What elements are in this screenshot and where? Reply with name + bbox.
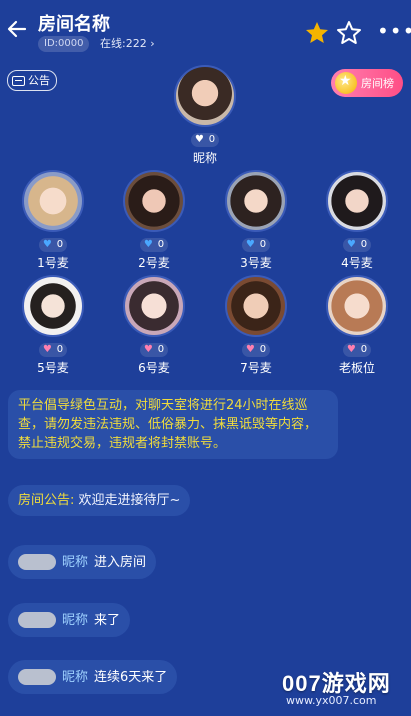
mic-seat-7[interactable]: ♥ 0 7号麦: [216, 275, 296, 376]
mic-seat-4[interactable]: ♥ 0 4号麦: [317, 170, 397, 271]
heart-icon: ♥: [194, 134, 204, 145]
notice-icon: [12, 75, 25, 86]
event-text: 进入房间: [94, 554, 147, 570]
chat-event-message: 昵称 进入房间: [8, 545, 157, 579]
seat-6-heart-count: ♥ 0: [139, 343, 169, 357]
seat-7-avatar[interactable]: [225, 275, 287, 337]
event-text: 来了: [94, 612, 121, 628]
seat-7-heart-count: ♥ 0: [241, 343, 271, 357]
room-title: 房间名称: [38, 14, 110, 35]
user-level-badge: [18, 669, 56, 685]
room-announcement-message: 房间公告: 欢迎走进接待厅~: [8, 485, 191, 516]
host-heart-value: 0: [208, 134, 216, 145]
boss-seat-heart-value: 0: [360, 344, 368, 355]
top-bar: 房间名称 ID:0000 在线:222 › •••: [0, 0, 411, 60]
heart-icon: ♥: [42, 239, 52, 250]
announcement-button[interactable]: 公告: [7, 70, 57, 91]
seat-6-label: 6号麦: [138, 361, 170, 375]
seat-4-label: 4号麦: [341, 256, 373, 270]
host-avatar[interactable]: [174, 65, 236, 127]
seat-7-heart-value: 0: [259, 344, 267, 355]
announcement-label: 公告: [28, 74, 50, 87]
user-level-badge: [18, 612, 56, 628]
event-nickname[interactable]: 昵称: [62, 553, 88, 572]
boss-seat[interactable]: ♥ 0 老板位: [317, 275, 397, 376]
seat-6-avatar[interactable]: [123, 275, 185, 337]
heart-icon: ♥: [143, 239, 153, 250]
chat-event-message: 昵称 来了: [8, 603, 131, 637]
watermark-url: www.yx007.com: [286, 694, 377, 707]
seat-7-label: 7号麦: [240, 361, 272, 375]
room-ranking-button[interactable]: 房间榜: [331, 69, 403, 97]
heart-icon: ♥: [245, 344, 255, 355]
boss-seat-heart-count: ♥ 0: [342, 343, 372, 357]
seat-4-heart-count: ♥ 0: [342, 238, 372, 252]
favorited-star-icon[interactable]: [304, 20, 330, 46]
host-nickname: 昵称: [192, 151, 217, 165]
room-ranking-label: 房间榜: [361, 77, 394, 90]
heart-icon: ♥: [346, 239, 356, 250]
seat-2-avatar[interactable]: [123, 170, 185, 232]
seat-1-heart-count: ♥ 0: [38, 238, 68, 252]
mic-seat-1[interactable]: ♥ 0 1号麦: [13, 170, 93, 271]
seat-6-heart-value: 0: [157, 344, 165, 355]
seat-4-avatar[interactable]: [326, 170, 388, 232]
seat-3-heart-value: 0: [259, 239, 267, 250]
mic-seat-3[interactable]: ♥ 0 3号麦: [216, 170, 296, 271]
chat-event-message: 昵称 连续6天来了: [8, 660, 178, 694]
seat-3-heart-count: ♥ 0: [241, 238, 271, 252]
host-heart-count: ♥ 0: [190, 133, 220, 147]
mic-seat-2[interactable]: ♥ 0 2号麦: [114, 170, 194, 271]
more-options-icon[interactable]: •••: [377, 21, 411, 41]
seat-4-heart-value: 0: [360, 239, 368, 250]
seat-2-heart-value: 0: [157, 239, 165, 250]
announcement-key: 房间公告:: [18, 493, 75, 508]
star-outline-icon[interactable]: [336, 20, 362, 46]
system-notice-message: 平台倡导绿色互动，对聊天室将进行24小时在线巡查，请勿发违法违规、低俗暴力、抹黑…: [8, 390, 338, 459]
seat-5-avatar[interactable]: [22, 275, 84, 337]
heart-icon: ♥: [346, 344, 356, 355]
seat-5-label: 5号麦: [37, 361, 69, 375]
seat-1-avatar[interactable]: [22, 170, 84, 232]
seat-5-heart-count: ♥ 0: [38, 343, 68, 357]
back-arrow-icon[interactable]: [6, 18, 28, 40]
seat-1-label: 1号麦: [37, 256, 69, 270]
online-count-label: 在线:222: [100, 37, 147, 50]
online-count[interactable]: 在线:222 ›: [100, 36, 155, 52]
seat-2-label: 2号麦: [138, 256, 170, 270]
heart-icon: ♥: [143, 344, 153, 355]
event-text: 连续6天来了: [94, 669, 168, 685]
seat-3-avatar[interactable]: [225, 170, 287, 232]
seat-2-heart-count: ♥ 0: [139, 238, 169, 252]
seat-3-label: 3号麦: [240, 256, 272, 270]
heart-icon: ♥: [245, 239, 255, 250]
room-id-badge: ID:0000: [38, 36, 90, 52]
seat-5-heart-value: 0: [56, 344, 64, 355]
heart-icon: ♥: [42, 344, 52, 355]
event-nickname[interactable]: 昵称: [62, 668, 88, 687]
user-level-badge: [18, 554, 56, 570]
event-nickname[interactable]: 昵称: [62, 611, 88, 630]
announcement-text: 欢迎走进接待厅~: [78, 493, 181, 508]
boss-seat-avatar[interactable]: [326, 275, 388, 337]
mic-seat-6[interactable]: ♥ 0 6号麦: [114, 275, 194, 376]
chevron-right-icon: ›: [150, 37, 155, 50]
seat-1-heart-value: 0: [56, 239, 64, 250]
mic-seat-5[interactable]: ♥ 0 5号麦: [13, 275, 93, 376]
boss-seat-label: 老板位: [338, 361, 375, 375]
medal-icon: [335, 72, 357, 94]
host-seat[interactable]: ♥ 0 昵称: [165, 65, 245, 166]
